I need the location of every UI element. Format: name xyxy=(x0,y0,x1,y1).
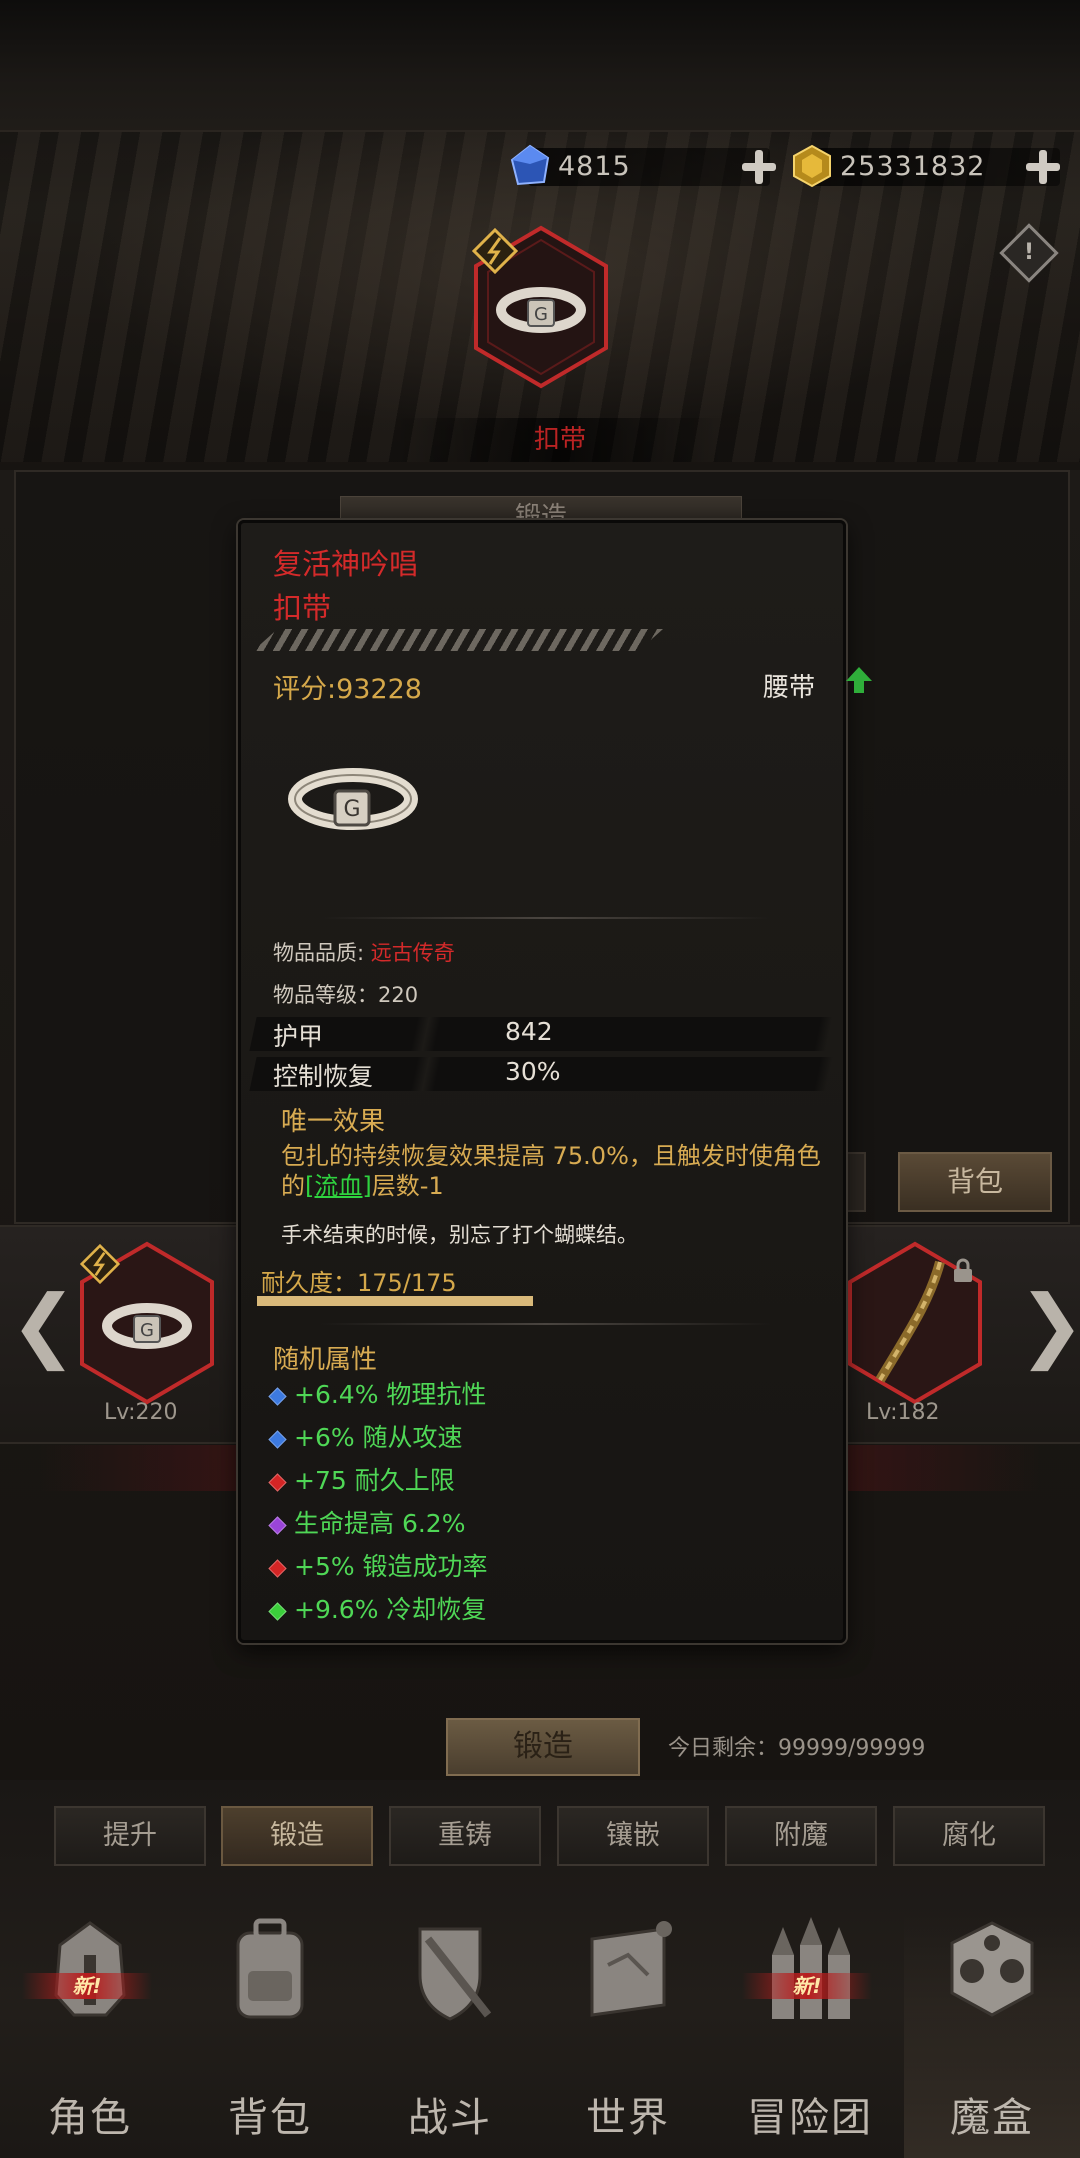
nav-label: 世界 xyxy=(586,2095,670,2141)
random-attribute: 生命提高 6.2% xyxy=(268,1504,466,1540)
tab-reforge[interactable]: 重铸 xyxy=(389,1806,541,1866)
nav-bag[interactable]: 背包 xyxy=(182,1915,358,2158)
new-badge: 新! xyxy=(742,1973,872,1999)
attribute-text: 生命提高 6.2% xyxy=(294,1509,466,1538)
forge-button[interactable]: 锻造 xyxy=(446,1718,640,1776)
nav-world[interactable]: 世界 xyxy=(540,1915,716,2158)
helmet-icon xyxy=(54,1921,126,2017)
lock-icon xyxy=(954,1258,972,1282)
hatch-divider xyxy=(253,629,663,651)
bleed-keyword-link[interactable]: [流血] xyxy=(305,1172,372,1200)
quality-value: 远古传奇 xyxy=(370,941,455,965)
gold-count: 25331832 xyxy=(840,151,986,182)
attribute-gem-icon xyxy=(268,1601,287,1621)
unique-effect-text: 包扎的持续恢复效果提高 75.0%，且触发时使角色的[流血]层数-1 xyxy=(281,1141,821,1201)
svg-text:G: G xyxy=(140,1320,154,1341)
tab-enchant[interactable]: 附魔 xyxy=(725,1806,877,1866)
section-divider xyxy=(321,917,771,919)
gold-coin-icon xyxy=(793,144,831,188)
remaining-count: 今日剩余：99999/99999 xyxy=(668,1736,926,1761)
nav-label: 冒险团 xyxy=(747,2095,873,2141)
tab-corrupt[interactable]: 腐化 xyxy=(893,1806,1045,1866)
nav-character[interactable]: 新! 角色 xyxy=(2,1915,178,2158)
new-badge: 新! xyxy=(22,1973,152,1999)
nav-label: 背包 xyxy=(228,2095,312,2141)
castle-icon xyxy=(772,1917,850,2019)
attribute-text: +5% 锻造成功率 xyxy=(294,1552,488,1581)
item-level: 物品等级：220 xyxy=(273,983,419,1007)
random-attribute: +6% 随从攻速 xyxy=(268,1418,463,1454)
item-name: 复活神吟唱 xyxy=(273,547,419,581)
attribute-text: +6.4% 物理抗性 xyxy=(294,1380,487,1409)
flavor-text: 手术结束的时候，别忘了打个蝴蝶结。 xyxy=(281,1223,638,1247)
carousel-prev-button[interactable]: ❮ xyxy=(10,1280,77,1370)
add-gold-button[interactable] xyxy=(1026,150,1060,184)
stat-armor-value: 842 xyxy=(505,1017,553,1046)
nav-label: 魔盒 xyxy=(950,2095,1034,2141)
durability-text: 耐久度：175/175 xyxy=(261,1269,457,1297)
attribute-text: +6% 随从攻速 xyxy=(294,1423,463,1452)
svg-text:G: G xyxy=(343,797,360,822)
gold-counter: 25331832 xyxy=(810,148,1060,186)
nav-magic-box[interactable]: 魔盒 xyxy=(904,1915,1080,2158)
random-attribute: +6.4% 物理抗性 xyxy=(268,1375,487,1411)
item-score: 评分:93228 xyxy=(273,674,422,705)
belt-item-image: G xyxy=(288,768,418,830)
section-divider xyxy=(321,1323,771,1325)
tab-forge[interactable]: 锻造 xyxy=(221,1806,373,1866)
random-attribute: +9.6% 冷却恢复 xyxy=(268,1590,487,1626)
legendary-rank-icon xyxy=(472,228,518,274)
gem-count: 4815 xyxy=(558,151,631,182)
gem-counter: 4815 xyxy=(528,148,770,186)
tab-inlay[interactable]: 镶嵌 xyxy=(557,1806,709,1866)
carousel-right-level: Lv:182 xyxy=(866,1400,940,1425)
stat-cc-recovery-value: 30% xyxy=(505,1057,561,1086)
legendary-rank-icon-small xyxy=(80,1244,120,1284)
stat-armor-label: 护甲 xyxy=(273,1022,324,1051)
backpack-icon xyxy=(236,1918,304,2019)
unique-effect-title: 唯一效果 xyxy=(281,1107,386,1137)
svg-text:G: G xyxy=(534,304,548,325)
item-type: 扣带 xyxy=(273,591,332,625)
attribute-gem-icon xyxy=(268,1472,287,1492)
random-attribute: +5% 锻造成功率 xyxy=(268,1547,488,1583)
cube-icon xyxy=(950,1921,1034,2017)
map-scroll-icon xyxy=(590,1921,672,2017)
attribute-text: +9.6% 冷却恢复 xyxy=(294,1595,487,1624)
stat-cc-recovery-label: 控制恢复 xyxy=(273,1062,374,1091)
random-attributes-title: 随机属性 xyxy=(273,1345,378,1375)
unique-text-part2: 层数-1 xyxy=(371,1172,444,1200)
attribute-gem-icon xyxy=(268,1386,287,1406)
nav-battle[interactable]: 战斗 xyxy=(362,1915,538,2158)
nav-adventure-team[interactable]: 新! 冒险团 xyxy=(722,1915,898,2158)
attribute-gem-icon xyxy=(268,1558,287,1578)
shield-sword-icon xyxy=(418,1927,492,2021)
add-gems-button[interactable] xyxy=(742,150,776,184)
exclamation-icon: ! xyxy=(1023,240,1035,265)
upgrade-arrow-icon xyxy=(846,667,872,693)
carousel-left-level: Lv:220 xyxy=(104,1400,178,1425)
bag-button[interactable]: 背包 xyxy=(898,1152,1052,1212)
nav-label: 战斗 xyxy=(408,2095,492,2141)
attribute-text: +75 耐久上限 xyxy=(294,1466,455,1495)
blue-gem-icon xyxy=(510,144,550,186)
carousel-next-button[interactable]: ❯ xyxy=(1018,1280,1080,1370)
item-tooltip: 复活神吟唱 扣带 评分:93228 腰带 G 物品品质: 远古传奇 物品等级：2… xyxy=(238,520,872,1643)
nav-label: 角色 xyxy=(48,2095,132,2141)
attribute-gem-icon xyxy=(268,1515,287,1535)
attribute-gem-icon xyxy=(268,1429,287,1449)
quality-label: 物品品质: xyxy=(273,941,365,965)
item-slot: 腰带 xyxy=(763,673,816,703)
quality-row: 物品品质: 远古传奇 xyxy=(273,937,455,967)
durability-bar xyxy=(257,1296,533,1306)
random-attribute: +75 耐久上限 xyxy=(268,1461,455,1497)
tab-upgrade[interactable]: 提升 xyxy=(54,1806,206,1866)
item-name-label: 扣带 xyxy=(395,418,725,462)
